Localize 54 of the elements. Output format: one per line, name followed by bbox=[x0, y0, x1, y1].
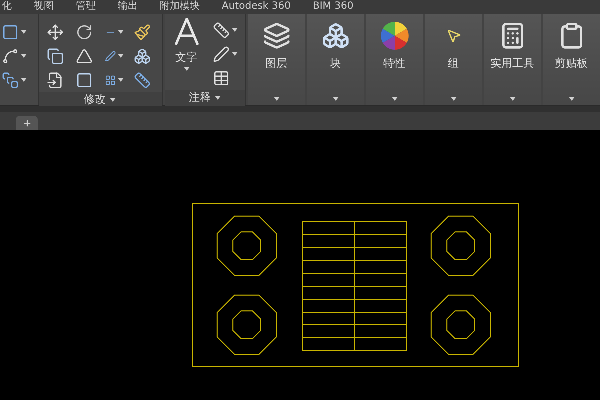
rectangle-icon[interactable] bbox=[2, 24, 19, 40]
block-icon[interactable] bbox=[322, 22, 350, 50]
panel-title: 注释 bbox=[188, 90, 211, 106]
panel-label: 特性 bbox=[384, 56, 406, 72]
panel-label: 块 bbox=[330, 56, 341, 72]
caret-icon bbox=[214, 96, 221, 100]
menu-tab[interactable]: 附加模块 bbox=[160, 2, 200, 12]
caret-icon bbox=[21, 30, 27, 34]
menu-tab[interactable]: 输出 bbox=[118, 2, 138, 12]
new-tab-button[interactable] bbox=[16, 116, 38, 130]
table-icon[interactable] bbox=[212, 70, 230, 86]
ribbon-panel-button[interactable]: 块 bbox=[307, 14, 364, 105]
ribbon-panel-button[interactable]: 图层 bbox=[248, 14, 305, 105]
caret-icon bbox=[232, 52, 238, 56]
copy-icon[interactable] bbox=[46, 48, 64, 64]
rotate-icon[interactable] bbox=[76, 24, 94, 40]
caret-icon bbox=[110, 98, 116, 102]
pointer-icon[interactable] bbox=[446, 28, 462, 44]
caret-icon bbox=[21, 78, 27, 82]
menu-tab[interactable]: 管理 bbox=[76, 2, 96, 12]
move-icon[interactable] bbox=[46, 24, 64, 40]
caret-icon bbox=[118, 78, 124, 82]
caret-icon bbox=[510, 97, 516, 101]
text-button[interactable]: 文字 bbox=[176, 50, 198, 66]
color-wheel-icon[interactable] bbox=[380, 21, 410, 51]
menu-tab[interactable]: 化 bbox=[2, 2, 12, 12]
brush-icon[interactable] bbox=[134, 24, 152, 40]
ribbon-panel-button[interactable]: 组 bbox=[425, 14, 482, 105]
caret-icon bbox=[392, 97, 398, 101]
plus-icon bbox=[22, 118, 32, 128]
panel-label: 实用工具 bbox=[490, 56, 534, 72]
ribbon-panel-button[interactable]: 剪贴板 bbox=[543, 14, 600, 105]
caret-icon bbox=[118, 54, 124, 58]
panel-title-bar[interactable]: 注释 bbox=[164, 90, 245, 106]
caret-icon bbox=[21, 54, 27, 58]
menu-tab[interactable]: 视图 bbox=[34, 2, 54, 12]
menu-tab[interactable]: Autodesk 360 bbox=[222, 2, 291, 12]
caret-icon bbox=[184, 66, 190, 70]
ribbon-panel-button[interactable]: 特性 bbox=[366, 14, 423, 105]
panel-label: 剪贴板 bbox=[555, 56, 588, 72]
caret-icon bbox=[568, 97, 574, 101]
panel-title: 修改 bbox=[84, 92, 106, 108]
caret-icon bbox=[332, 97, 338, 101]
ribbon-panel-button[interactable]: 实用工具 bbox=[484, 14, 541, 105]
menu-tab[interactable]: BIM 360 bbox=[312, 2, 354, 12]
panel-label: 组 bbox=[448, 56, 459, 72]
caret-icon bbox=[118, 30, 124, 34]
layers-icon[interactable] bbox=[262, 22, 290, 50]
panel-label: 图层 bbox=[266, 56, 288, 72]
caret-icon bbox=[232, 28, 238, 32]
letter-a-icon[interactable] bbox=[174, 18, 200, 46]
caret-icon bbox=[274, 97, 280, 101]
caret-icon bbox=[450, 97, 456, 101]
insert-icon[interactable] bbox=[46, 72, 64, 88]
